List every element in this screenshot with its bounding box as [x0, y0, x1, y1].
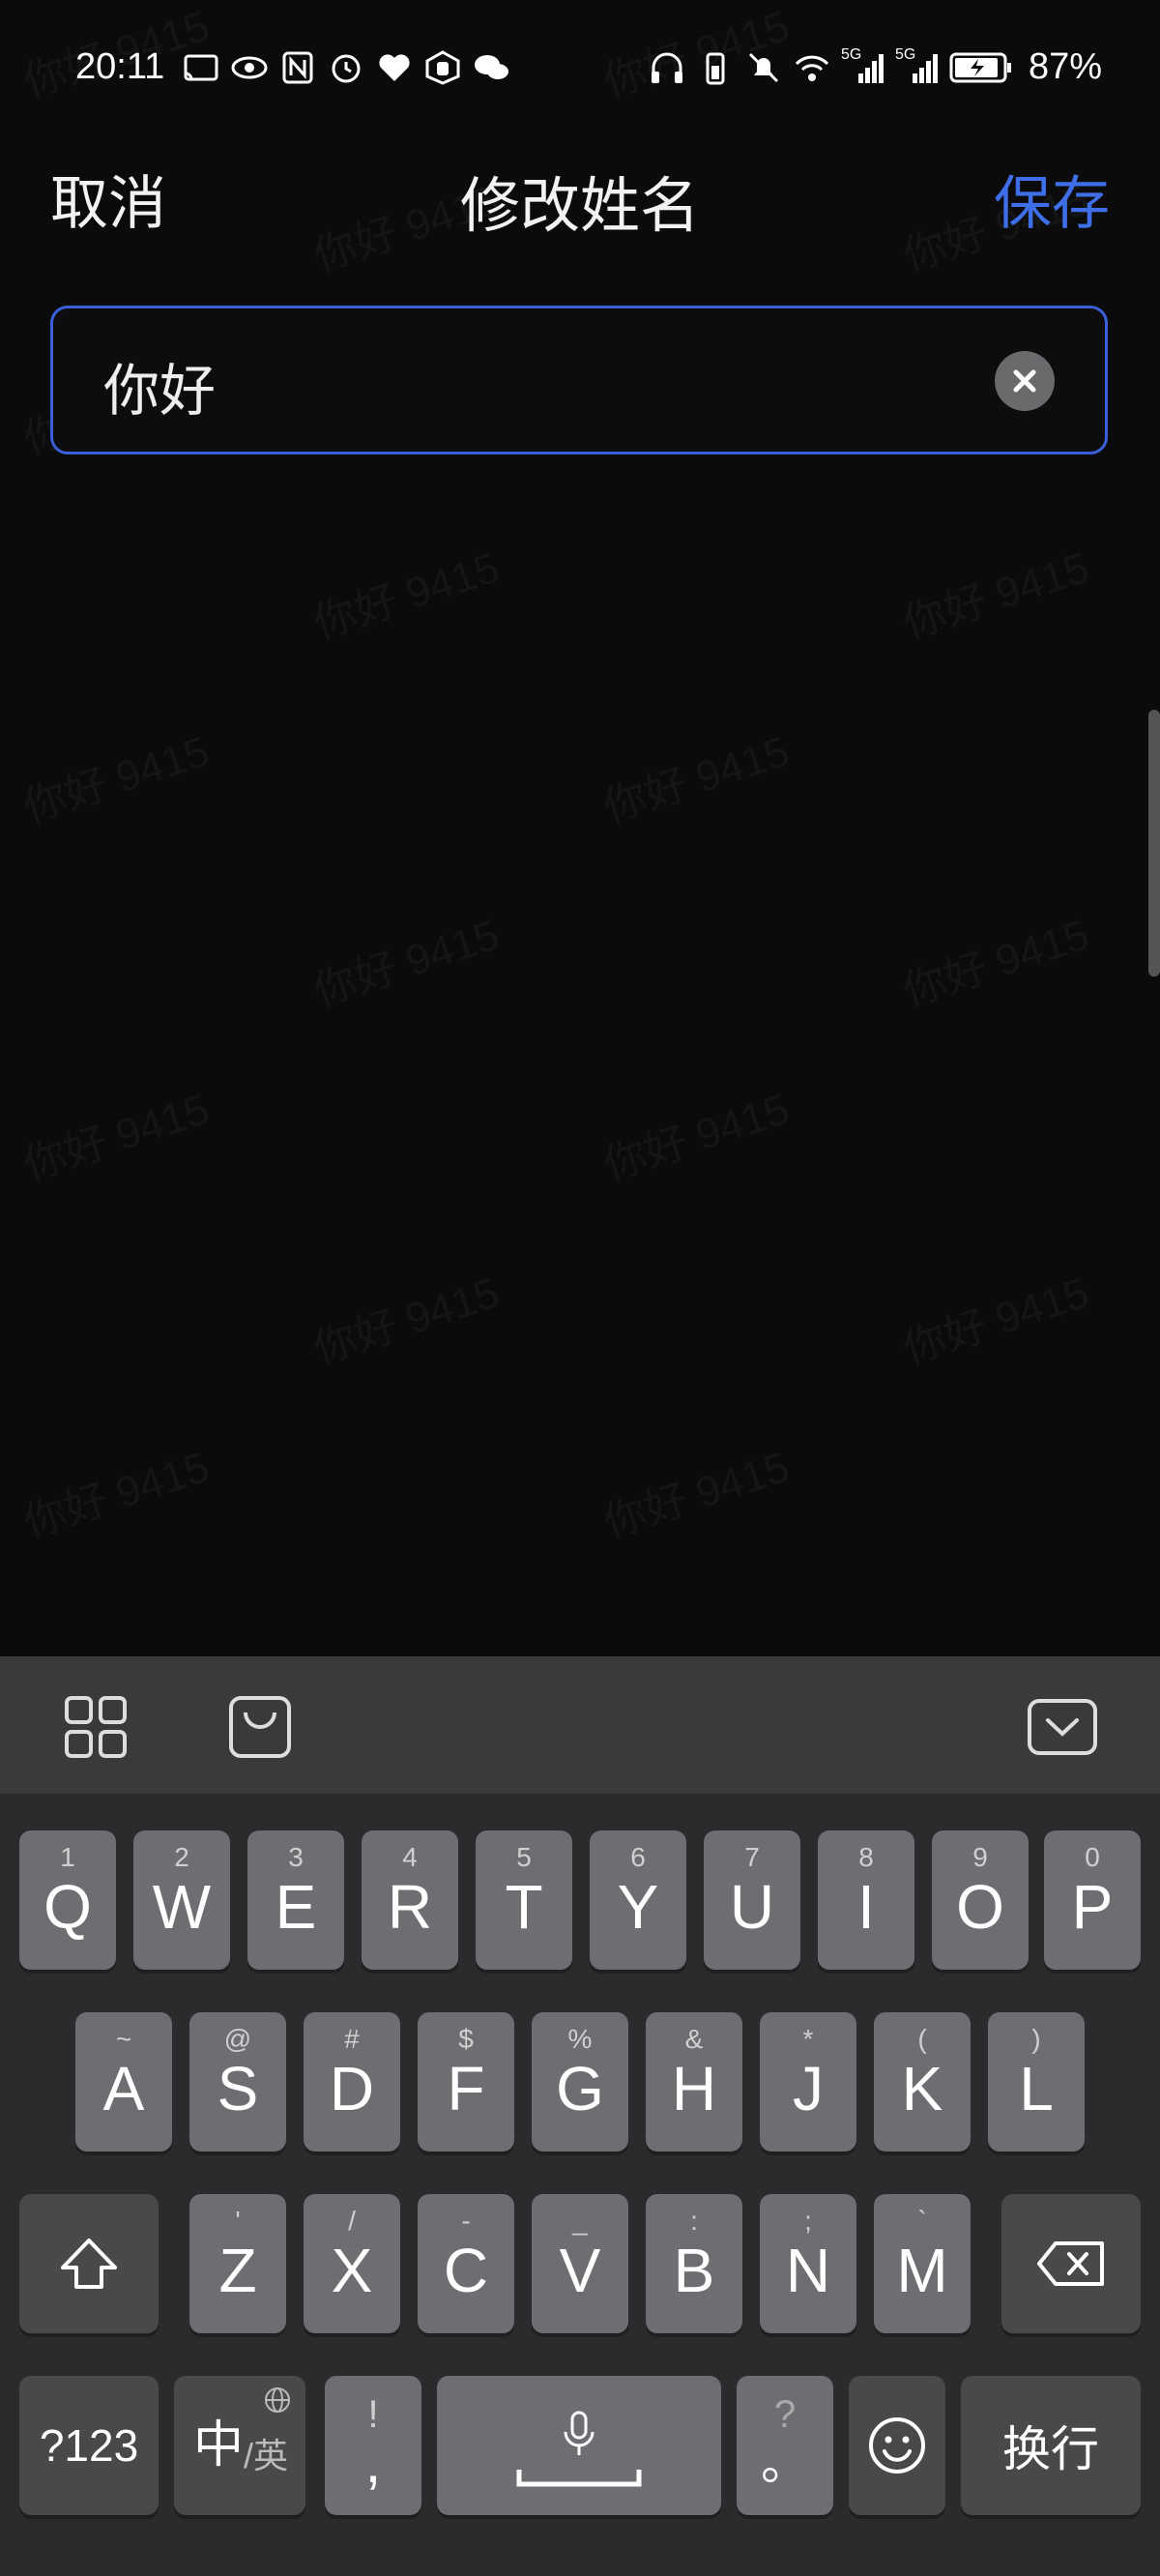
save-button[interactable]: 保存 [994, 157, 1110, 241]
watermark: 你好 9415 [594, 1074, 796, 1192]
key-p[interactable]: 0P [1044, 1830, 1141, 1970]
collapse-keyboard-icon[interactable] [1027, 1693, 1098, 1761]
key-x[interactable]: / X [304, 2194, 400, 2333]
key-k[interactable]: (K [874, 2012, 971, 2152]
mute-icon [748, 52, 778, 82]
watermark: 你好 9415 [894, 1258, 1095, 1376]
watermark: 你好 9415 [14, 1432, 216, 1550]
battery-icon [949, 52, 1011, 82]
keyboard: 1Q 2W 3E 4R 5T 6Y 7U 8I 9O 0P ~ A @ S # D $… [0, 1794, 1160, 2576]
key-t[interactable]: 5T [476, 1830, 572, 1970]
key-l[interactable]: ) L [988, 2012, 1085, 2152]
language-switch-key[interactable]: 中 /英 [174, 2376, 305, 2515]
key-n[interactable]: ; N [760, 2194, 856, 2333]
status-right-icons: 5G 5G 87% [648, 46, 1102, 88]
emoji-icon [869, 2417, 925, 2474]
key-i[interactable]: 8I [818, 1830, 914, 1970]
page-title: 修改姓名 [459, 173, 700, 240]
key-s[interactable]: @ S [189, 2012, 286, 2152]
signal-icon: 5G [895, 46, 940, 85]
comma-key[interactable]: ! , [325, 2376, 421, 2515]
space-bar-icon [516, 2470, 642, 2487]
close-icon [1013, 369, 1036, 393]
key-g[interactable]: % G [532, 2012, 628, 2152]
key-w[interactable]: 2W [133, 1830, 230, 1970]
clear-input-button[interactable] [995, 351, 1055, 411]
space-key[interactable] [437, 2376, 721, 2515]
microphone-icon [564, 2411, 594, 2455]
key-d[interactable]: # D [304, 2012, 400, 2152]
period-key[interactable]: ? 。 [737, 2376, 833, 2515]
watermark: 你好 9415 [894, 533, 1095, 651]
key-u[interactable]: 7U [704, 1830, 800, 1970]
watermark: 你好 9415 [14, 1074, 216, 1192]
wechat-icon [475, 55, 508, 79]
shift-key[interactable] [19, 2194, 159, 2333]
header-bar: 取消 修改姓名 保存 [0, 145, 1160, 240]
hand-icon [425, 50, 460, 85]
eye-icon [231, 56, 268, 79]
watermark: 你好 9415 [894, 900, 1095, 1018]
scrollbar[interactable] [1148, 710, 1160, 977]
key-b[interactable]: :B [646, 2194, 742, 2333]
cast-icon [184, 54, 218, 81]
status-time: 20:11 [75, 46, 165, 87]
watermark: 你好 9415 [14, 717, 216, 834]
battery-percent: 87% [1028, 46, 1102, 87]
health-icon [379, 54, 410, 81]
key-r[interactable]: 4R [362, 1830, 458, 1970]
watermark: 你好 9415 [304, 900, 506, 1018]
globe-icon [265, 2387, 290, 2413]
keyboard-toolbar [0, 1656, 1160, 1794]
key-v[interactable]: _ V [532, 2194, 628, 2333]
watermark: 你好 9415 [594, 717, 796, 834]
key-c[interactable]: -C [418, 2194, 514, 2333]
name-input-value[interactable]: 你好 [103, 345, 216, 426]
headphones-icon [651, 52, 682, 83]
key-h[interactable]: & H [646, 2012, 742, 2152]
status-bar: 20:11 5G 5G 87% [0, 0, 1160, 145]
key-z[interactable]: ' Z [189, 2194, 286, 2333]
battery-saver-icon [706, 52, 725, 84]
shift-icon [61, 2239, 117, 2289]
key-e[interactable]: 3E [247, 1830, 344, 1970]
grid-icon[interactable] [62, 1693, 130, 1761]
watermark: 你好 9415 [304, 533, 506, 651]
watermark: 你好 9415 [304, 1258, 506, 1376]
key-j[interactable]: * J [760, 2012, 856, 2152]
emoji-key[interactable] [849, 2376, 945, 2515]
enter-key[interactable]: 换行 [961, 2376, 1141, 2515]
watermark: 你好 9415 [594, 1432, 796, 1550]
name-input[interactable]: 你好 [50, 306, 1108, 454]
bag-icon[interactable] [226, 1693, 294, 1761]
key-f[interactable]: $ F [418, 2012, 514, 2152]
numbers-key[interactable]: ?123 [19, 2376, 159, 2515]
key-q[interactable]: 1Q [19, 1830, 116, 1970]
key-y[interactable]: 6Y [590, 1830, 686, 1970]
key-a[interactable]: ~ A [75, 2012, 172, 2152]
nfc-icon [282, 51, 313, 84]
signal-icon: 5G [841, 46, 885, 85]
backspace-key[interactable] [1001, 2194, 1141, 2333]
key-o[interactable]: 9O [932, 1830, 1029, 1970]
alarm-icon [332, 54, 361, 83]
wifi-icon [795, 55, 829, 81]
backspace-icon [1037, 2241, 1104, 2286]
status-left-icons [182, 50, 510, 85]
key-m[interactable]: ` M [874, 2194, 971, 2333]
